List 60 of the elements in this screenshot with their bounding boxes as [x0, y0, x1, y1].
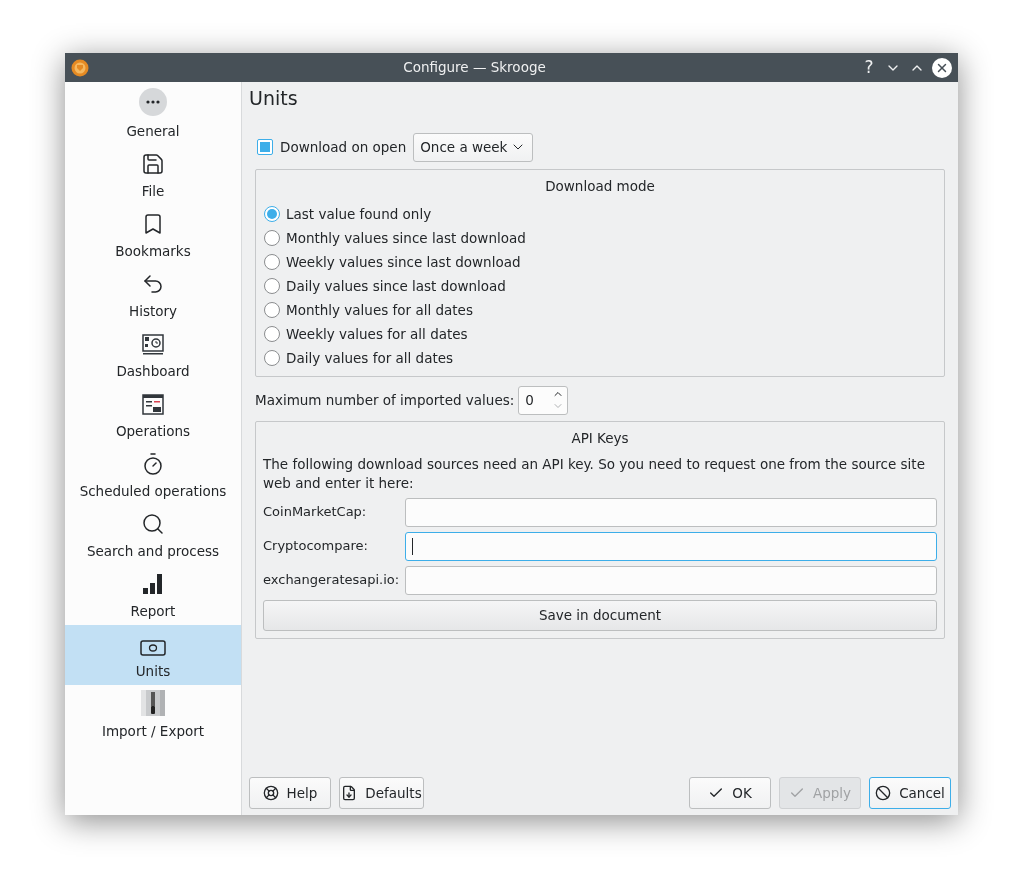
- field-label: Maximum number of imported values:: [255, 391, 515, 411]
- group-title: Download mode: [545, 177, 655, 196]
- bar-chart-icon: [141, 571, 165, 596]
- frequency-dropdown[interactable]: Once a week: [413, 132, 534, 162]
- sidebar-item[interactable]: Import / Export: [65, 685, 241, 745]
- search-icon: [141, 511, 165, 536]
- close-button[interactable]: [932, 57, 952, 78]
- field-label: Cryptocompare:: [263, 537, 369, 556]
- stopwatch-icon: [141, 451, 165, 476]
- radio-button[interactable]: [264, 326, 280, 343]
- checkbox-label: Download on open: [280, 137, 407, 157]
- radio-label: Daily values since last download: [286, 277, 506, 297]
- field-label: CoinMarketCap:: [263, 503, 368, 522]
- radio-button[interactable]: [264, 278, 280, 295]
- cancel-icon: [875, 785, 892, 801]
- app-logo-icon: [71, 58, 89, 77]
- sidebar-item[interactable]: Dashboard: [65, 325, 241, 385]
- save-in-document-button[interactable]: Save in document: [263, 599, 937, 631]
- defaults-button[interactable]: Defaults: [339, 777, 424, 809]
- radio-button[interactable]: [264, 350, 280, 367]
- sidebar-item[interactable]: Report: [65, 565, 241, 625]
- sidebar-item[interactable]: Units: [65, 625, 241, 685]
- radio-label: Monthly values since last download: [286, 229, 526, 249]
- group-title: API Keys: [571, 429, 629, 449]
- window-title: Configure — Skrooge: [403, 58, 546, 78]
- calendar-icon: [141, 391, 165, 416]
- sidebar-item[interactable]: Search and process: [65, 505, 241, 565]
- dashboard-icon: [141, 331, 165, 356]
- sidebar-item[interactable]: Operations: [65, 385, 241, 445]
- spin-box[interactable]: 0: [518, 385, 569, 415]
- help-button[interactable]: Help: [249, 777, 331, 809]
- radio-label: Weekly values for all dates: [286, 325, 468, 345]
- sidebar-item[interactable]: History: [65, 265, 241, 325]
- sidebar-item[interactable]: General: [65, 85, 241, 145]
- page-title: Units: [249, 86, 299, 110]
- radio-label: Monthly values for all dates: [286, 301, 473, 321]
- radio-button[interactable]: [264, 254, 280, 271]
- download-checkbox[interactable]: [257, 139, 273, 155]
- help-button[interactable]: ?: [860, 59, 878, 76]
- radio-label: Last value found only: [286, 205, 432, 225]
- radio-button[interactable]: [264, 206, 280, 223]
- api-key-field[interactable]: [405, 531, 937, 561]
- api-keys-description: The following download sources need an API key. So you need to request one from the source site web and enter it here:: [263, 454, 926, 493]
- sidebar-item[interactable]: Bookmarks: [65, 205, 241, 265]
- document-icon: [341, 785, 358, 801]
- api-key-field[interactable]: [405, 497, 937, 527]
- radio-label: Weekly values since last download: [286, 253, 521, 273]
- field-label: exchangeratesapi.io:: [263, 571, 401, 590]
- cancel-button[interactable]: Cancel: [869, 777, 951, 809]
- lifebuoy-icon: [262, 785, 279, 801]
- radio-button[interactable]: [264, 230, 280, 247]
- banknote-icon: [140, 639, 166, 656]
- ok-button[interactable]: OK: [689, 777, 771, 809]
- radio-button[interactable]: [264, 302, 280, 319]
- zip-archive-icon: [141, 689, 165, 716]
- radio-label: Daily values for all dates: [286, 349, 454, 369]
- sidebar-item[interactable]: File: [65, 145, 241, 205]
- sidebar-item[interactable]: Scheduled operations: [65, 445, 241, 505]
- more-icon: [139, 87, 167, 116]
- api-key-field[interactable]: [405, 565, 937, 595]
